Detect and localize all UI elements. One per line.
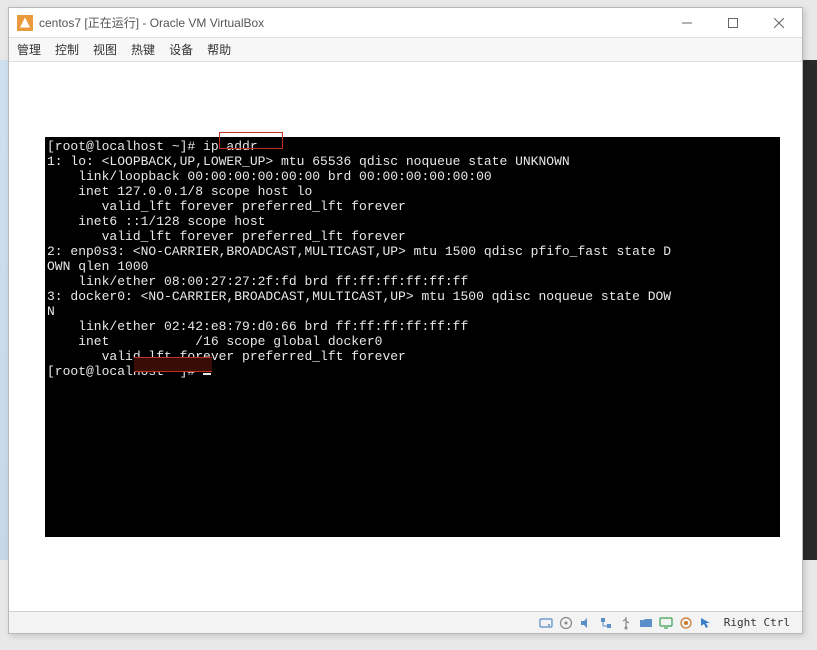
terminal-line: link/ether 02:42:e8:79:d0:66 brd ff:ff:f… [47,319,468,334]
recording-icon[interactable] [678,615,694,631]
menu-help[interactable]: 帮助 [207,41,231,58]
menu-view[interactable]: 视图 [93,41,117,58]
prompt: [root@localhost ~]# [47,139,203,154]
statusbar: Right Ctrl [9,611,802,633]
display-icon[interactable] [658,615,674,631]
terminal-line: inet /16 scope global docker0 [47,334,382,349]
titlebar[interactable]: centos7 [正在运行] - Oracle VM VirtualBox [9,8,802,38]
terminal-line: link/loopback 00:00:00:00:00:00 brd 00:0… [47,169,492,184]
minimize-icon [682,18,692,28]
window-title: centos7 [正在运行] - Oracle VM VirtualBox [39,14,264,31]
close-button[interactable] [756,8,802,38]
window-controls [664,8,802,38]
terminal-line: valid_lft forever preferred_lft forever [47,199,406,214]
maximize-icon [728,18,738,28]
shared-folders-icon[interactable] [638,615,654,631]
vm-display-area[interactable]: [root@localhost ~]# ip addr 1: lo: <LOOP… [9,62,802,611]
background-left-sliver [0,60,8,560]
terminal-line: OWN qlen 1000 [47,259,148,274]
usb-icon[interactable] [618,615,634,631]
terminal-line: valid_lft forever preferred_lft forever [47,229,406,244]
menu-manage[interactable]: 管理 [17,41,41,58]
minimize-button[interactable] [664,8,710,38]
terminal-line: 2: enp0s3: <NO-CARRIER,BROADCAST,MULTICA… [47,244,671,259]
audio-icon[interactable] [578,615,594,631]
terminal-line: inet 127.0.0.1/8 scope host lo [47,184,312,199]
terminal-line: inet6 ::1/128 scope host [47,214,265,229]
host-key-indicator[interactable]: Right Ctrl [718,616,796,629]
app-icon [17,15,33,31]
terminal-line: valid_lft forever preferred_lft forever [47,349,406,364]
close-icon [774,18,784,28]
command-text: ip addr [203,139,258,154]
maximize-button[interactable] [710,8,756,38]
menu-control[interactable]: 控制 [55,41,79,58]
mouse-integration-icon[interactable] [698,615,714,631]
menu-devices[interactable]: 设备 [169,41,193,58]
menubar: 管理 控制 视图 热键 设备 帮助 [9,38,802,62]
terminal-line: N [47,304,55,319]
cursor [203,373,211,375]
prompt: [root@localhost ~]# [47,364,203,379]
terminal-line: link/ether 08:00:27:27:2f:fd brd ff:ff:f… [47,274,468,289]
background-right-sliver [803,60,817,560]
terminal-line: 3: docker0: <NO-CARRIER,BROADCAST,MULTIC… [47,289,671,304]
network-icon[interactable] [598,615,614,631]
terminal-line: 1: lo: <LOOPBACK,UP,LOWER_UP> mtu 65536 … [47,154,570,169]
menu-hotkeys[interactable]: 热键 [131,41,155,58]
optical-disk-icon[interactable] [558,615,574,631]
virtualbox-window: centos7 [正在运行] - Oracle VM VirtualBox 管理… [8,7,803,634]
terminal[interactable]: [root@localhost ~]# ip addr 1: lo: <LOOP… [45,137,780,537]
hard-disk-icon[interactable] [538,615,554,631]
